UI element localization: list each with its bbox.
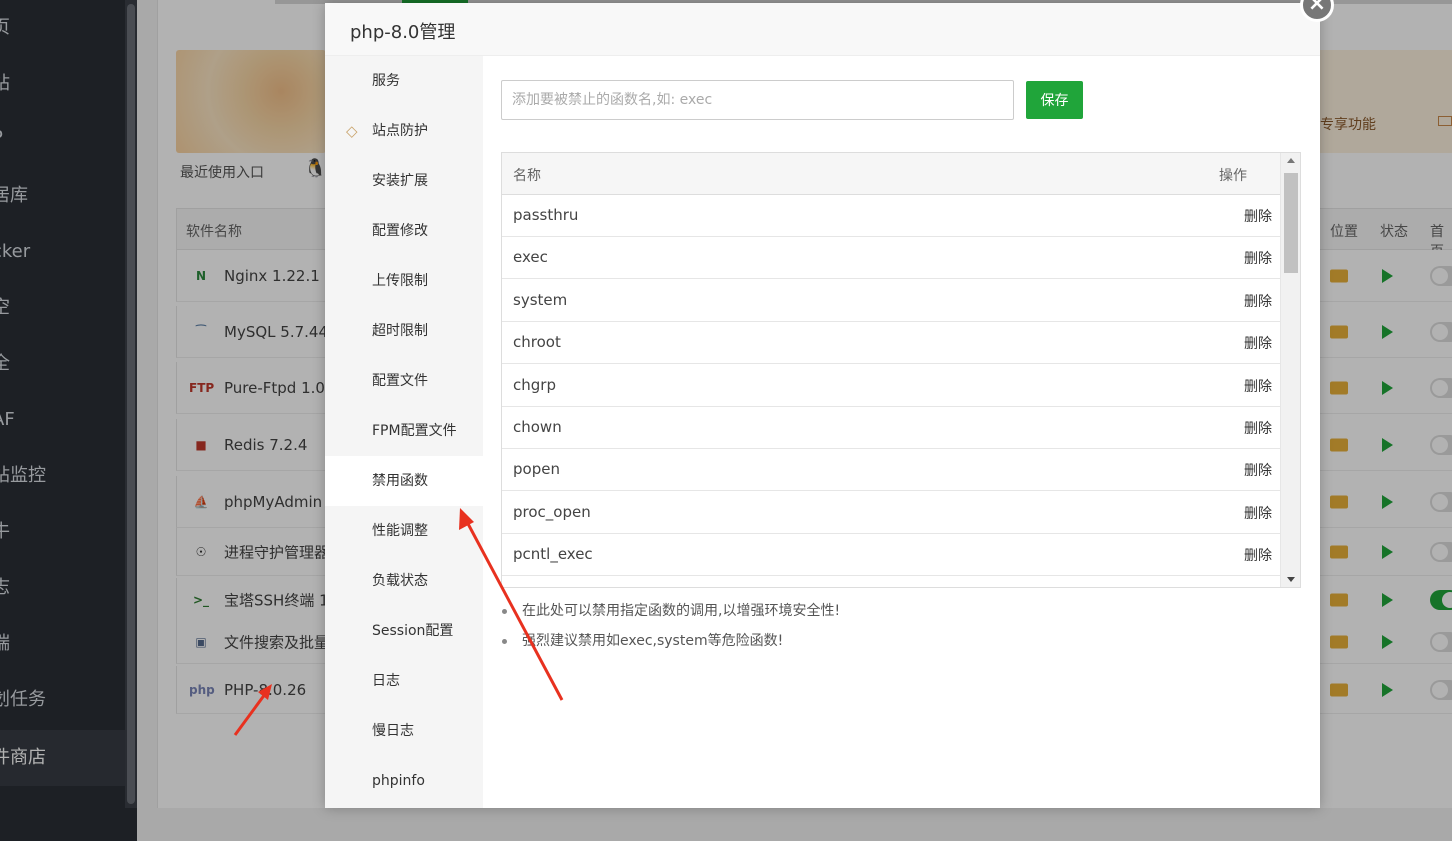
nav-item-label: 配置文件 xyxy=(372,373,428,389)
nav-item-label: Session配置 xyxy=(372,623,454,639)
dialog-nav: 服务 ◇ 站点防护安装扩展配置修改上传限制超时限制配置文件 FPM配置文件 禁用函数性能… xyxy=(325,56,483,808)
function-name: chgrp xyxy=(513,376,556,394)
dialog-header: php-8.0管理 xyxy=(325,3,1320,56)
nav-item[interactable]: 禁用函数 xyxy=(325,456,483,506)
nav-item-label: 慢日志 xyxy=(372,723,414,739)
delete-button[interactable]: 删除 xyxy=(1244,333,1272,353)
save-button[interactable]: 保存 xyxy=(1026,81,1083,119)
nav-item-label: 禁用函数 xyxy=(372,473,428,489)
table-row: chgrp 删除 xyxy=(502,365,1280,407)
scroll-up-icon[interactable] xyxy=(1287,158,1295,163)
nav-item[interactable]: 慢日志 xyxy=(325,706,483,756)
delete-button[interactable]: 删除 xyxy=(1244,545,1272,565)
table-row: passthru 删除 xyxy=(502,195,1280,237)
function-name: exec xyxy=(513,248,548,266)
function-name: proc_open xyxy=(513,503,591,521)
disabled-functions-pane: 保存 名称 操作 passthru 删除 exec 删除 system 删除 chroot 删… xyxy=(483,56,1320,808)
table-row: pcntl_exec 删除 xyxy=(502,534,1280,576)
delete-button[interactable]: 删除 xyxy=(1244,503,1272,523)
nav-item[interactable]: 超时限制 xyxy=(325,306,483,356)
nav-item[interactable]: ◇ 站点防护 xyxy=(325,106,483,156)
nav-item-label: 服务 xyxy=(372,73,400,89)
dialog-title: php-8.0管理 xyxy=(350,22,456,43)
name-column-header: 名称 xyxy=(513,168,541,184)
nav-item-label: 负载状态 xyxy=(372,573,428,589)
nav-item[interactable]: 安装扩展 xyxy=(325,156,483,206)
nav-item[interactable]: 性能调整 xyxy=(325,506,483,556)
delete-button[interactable]: 删除 xyxy=(1244,376,1272,396)
table-row: chroot 删除 xyxy=(502,322,1280,364)
nav-item[interactable]: 日志 xyxy=(325,656,483,706)
nav-item-label: phpinfo xyxy=(372,773,425,789)
action-column-header: 操作 xyxy=(1219,168,1247,184)
nav-item-label: FPM配置文件 xyxy=(372,423,457,439)
disabled-functions-table: 名称 操作 passthru 删除 exec 删除 system 删除 chroot 删除 ch… xyxy=(501,152,1301,588)
nav-item-label: 性能调整 xyxy=(372,523,428,539)
delete-button[interactable]: 删除 xyxy=(1244,460,1272,480)
nav-item[interactable]: 配置文件 xyxy=(325,356,483,406)
tip-item: 在此处可以禁用指定函数的调用,以增强环境安全性! xyxy=(501,601,1301,631)
nav-item[interactable]: Session配置 xyxy=(325,606,483,656)
function-name: popen xyxy=(513,460,560,478)
diamond-icon: ◇ xyxy=(346,122,358,140)
table-row: popen 删除 xyxy=(502,449,1280,491)
nav-item-label: 超时限制 xyxy=(372,323,428,339)
nav-item-label: 日志 xyxy=(372,673,400,689)
function-name: chroot xyxy=(513,333,561,351)
function-name: chown xyxy=(513,418,562,436)
table-row: chown 删除 xyxy=(502,407,1280,449)
nav-item-label: 安装扩展 xyxy=(372,173,428,189)
table-header: 名称 操作 xyxy=(502,153,1280,195)
nav-item[interactable]: 上传限制 xyxy=(325,256,483,306)
nav-item[interactable]: FPM配置文件 xyxy=(325,406,483,456)
delete-button[interactable]: 删除 xyxy=(1244,206,1272,226)
table-scrollbar[interactable] xyxy=(1280,153,1300,587)
nav-item[interactable]: 负载状态 xyxy=(325,556,483,606)
function-name: passthru xyxy=(513,206,579,224)
nav-item[interactable]: 配置修改 xyxy=(325,206,483,256)
table-row: proc_open 删除 xyxy=(502,492,1280,534)
function-name: pcntl_exec xyxy=(513,545,593,563)
scroll-down-icon[interactable] xyxy=(1287,577,1295,582)
delete-button[interactable]: 删除 xyxy=(1244,418,1272,438)
function-name-input[interactable] xyxy=(501,80,1014,120)
tips-list: 在此处可以禁用指定函数的调用,以增强环境安全性! 强烈建议禁用如exec,sys… xyxy=(501,601,1301,661)
nav-item-label: 站点防护 xyxy=(372,123,428,139)
table-row: system 删除 xyxy=(502,280,1280,322)
table-row: exec 删除 xyxy=(502,237,1280,279)
tip-item: 强烈建议禁用如exec,system等危险函数! xyxy=(501,631,1301,661)
delete-button[interactable]: 删除 xyxy=(1244,248,1272,268)
nav-item-label: 上传限制 xyxy=(372,273,428,289)
nav-item[interactable]: 服务 xyxy=(325,56,483,106)
nav-item[interactable]: phpinfo xyxy=(325,756,483,806)
table-scroll-thumb[interactable] xyxy=(1284,173,1298,273)
function-name: system xyxy=(513,291,568,309)
delete-button[interactable]: 删除 xyxy=(1244,291,1272,311)
php-manage-dialog: php-8.0管理 服务 ◇ 站点防护安装扩展配置修改上传限制超时限制配置文件 FPM… xyxy=(325,3,1320,808)
nav-item-label: 配置修改 xyxy=(372,223,428,239)
